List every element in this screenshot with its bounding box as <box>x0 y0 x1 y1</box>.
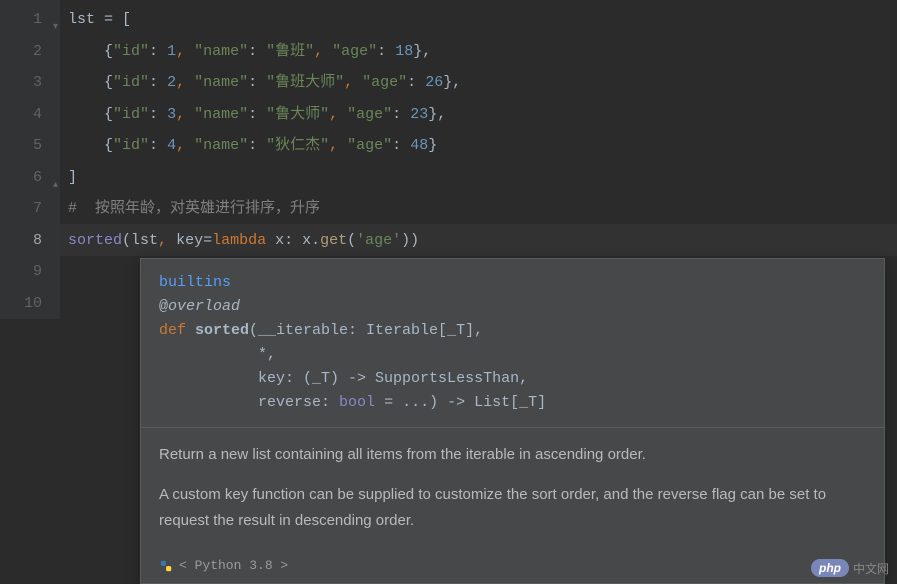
python-icon <box>159 559 173 573</box>
doc-paragraph: Return a new list containing all items f… <box>159 442 866 468</box>
module-source: builtins <box>159 274 231 291</box>
line-number[interactable]: 1▾ <box>0 4 60 36</box>
code-line-7[interactable]: # 按照年龄，对英雄进行排序，升序 <box>60 193 897 225</box>
code-line-3[interactable]: {"id": 2, "name": "鲁班大师", "age": 26}, <box>60 67 897 99</box>
watermark: php 中文网 <box>811 559 889 577</box>
fold-open-icon[interactable]: ▾ <box>48 12 58 22</box>
line-number-gutter: 1▾ 2 3 4 5 6▴ 7 8 9 10 <box>0 0 60 319</box>
watermark-text: 中文网 <box>853 560 889 577</box>
php-badge: php <box>811 559 849 577</box>
documentation-footer: < Python 3.8 > <box>141 558 884 583</box>
decorator: overload <box>168 298 240 315</box>
line-number[interactable]: 6▴ <box>0 162 60 194</box>
line-number[interactable]: 4 <box>0 99 60 131</box>
line-number[interactable]: 2 <box>0 36 60 68</box>
doc-paragraph: A custom key function can be supplied to… <box>159 482 866 534</box>
documentation-body: Return a new list containing all items f… <box>141 427 884 558</box>
line-number[interactable]: 8 <box>0 225 60 257</box>
line-number[interactable]: 10 <box>0 288 60 320</box>
code-line-5[interactable]: {"id": 4, "name": "狄仁杰", "age": 48} <box>60 130 897 162</box>
code-line-2[interactable]: {"id": 1, "name": "鲁班", "age": 18}, <box>60 36 897 68</box>
signature-block: builtins @overload def sorted(__iterable… <box>141 259 884 427</box>
fold-close-icon[interactable]: ▴ <box>48 170 58 180</box>
documentation-popup[interactable]: builtins @overload def sorted(__iterable… <box>140 258 885 584</box>
line-number[interactable]: 5 <box>0 130 60 162</box>
code-line-4[interactable]: {"id": 3, "name": "鲁大师", "age": 23}, <box>60 99 897 131</box>
python-version: < Python 3.8 > <box>179 558 288 573</box>
code-line-6[interactable]: ] <box>60 162 897 194</box>
code-line-1[interactable]: lst = [ <box>60 4 897 36</box>
line-number[interactable]: 3 <box>0 67 60 99</box>
line-number[interactable]: 7 <box>0 193 60 225</box>
line-number[interactable]: 9 <box>0 256 60 288</box>
